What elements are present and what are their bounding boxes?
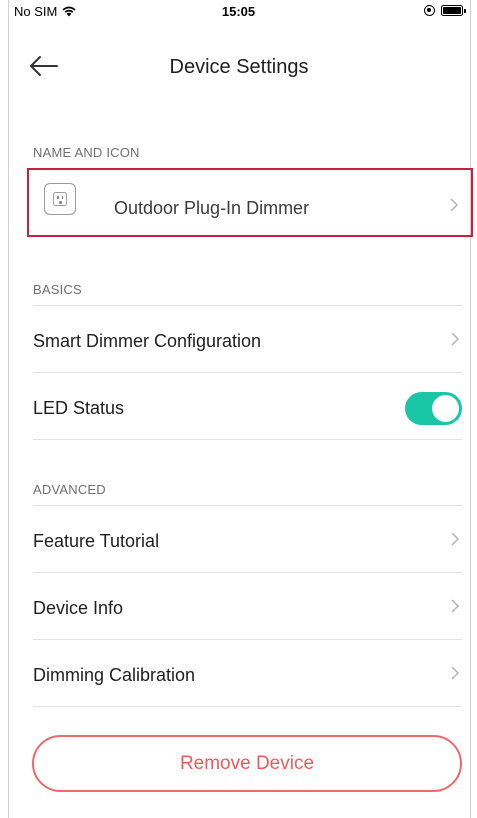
chevron-right-icon <box>451 332 460 346</box>
row-label: Feature Tutorial <box>33 531 160 551</box>
frame-left-border <box>8 0 9 818</box>
row-label: Smart Dimmer Configuration <box>33 331 262 351</box>
status-right-icons <box>424 5 466 16</box>
section-header-name-and-icon: NAME AND ICON <box>33 145 140 160</box>
row-smart-dimmer-configuration[interactable]: Smart Dimmer Configuration <box>33 306 462 373</box>
device-name-row[interactable]: Outdoor Plug-In Dimmer <box>27 168 473 237</box>
chevron-right-icon <box>451 666 460 680</box>
section-header-advanced: ADVANCED <box>33 482 106 497</box>
status-bar: No SIM 15:05 <box>0 0 477 22</box>
battery-icon <box>441 5 466 16</box>
remove-device-button[interactable]: Remove Device <box>32 735 462 792</box>
toggle-knob <box>432 395 459 422</box>
orientation-lock-icon <box>424 5 435 16</box>
chevron-right-icon <box>451 599 460 613</box>
chevron-right-icon <box>451 532 460 546</box>
page-title: Device Settings <box>169 56 309 78</box>
row-device-info[interactable]: Device Info <box>33 573 462 640</box>
led-status-toggle[interactable] <box>405 392 462 425</box>
chevron-right-icon <box>450 198 459 212</box>
row-label: Device Info <box>33 598 124 618</box>
row-feature-tutorial[interactable]: Feature Tutorial <box>33 506 462 573</box>
outlet-plug-icon <box>44 183 76 215</box>
section-header-basics: BASICS <box>33 282 82 297</box>
nav-bar: Device Settings <box>8 40 470 92</box>
frame-right-border <box>470 0 471 818</box>
row-label: LED Status <box>33 398 125 418</box>
row-label: Dimming Calibration <box>33 665 196 685</box>
row-led-status: LED Status <box>33 373 462 440</box>
row-dimming-calibration[interactable]: Dimming Calibration <box>33 640 462 707</box>
device-name-label: Outdoor Plug-In Dimmer <box>114 198 310 218</box>
status-time: 15:05 <box>221 4 256 19</box>
